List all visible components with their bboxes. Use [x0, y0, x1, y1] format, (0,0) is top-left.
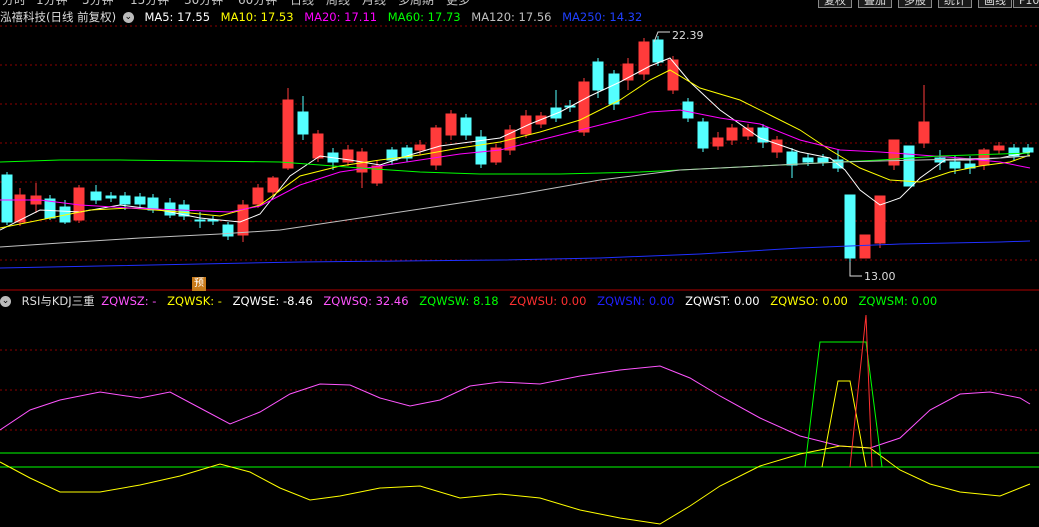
zqwsz-value: ZQWSZ: - [101, 294, 157, 308]
candle-body [608, 73, 620, 105]
candle-body [119, 195, 131, 205]
candle-body [90, 191, 102, 201]
candle-body [697, 121, 709, 149]
low-pointer [849, 262, 862, 277]
ma60-line [0, 152, 1031, 175]
candle-body [726, 127, 738, 141]
zqwsk-line [0, 445, 1031, 525]
zqwsq-value: ZQWSQ: 32.46 [323, 294, 409, 308]
candle-body [1, 174, 13, 223]
low-price-label: 13.00 [864, 270, 896, 283]
zqwsk-value: ZQWSK: - [167, 294, 222, 308]
zqwso-value: ZQWSO: 0.00 [770, 294, 848, 308]
zqwsw-value: ZQWSW: 8.18 [419, 294, 499, 308]
candle-body [1022, 147, 1034, 153]
candle-body [520, 115, 532, 135]
candle-body [682, 101, 694, 119]
candle-body [802, 157, 814, 163]
candle-body [817, 157, 829, 163]
candle-body [194, 219, 206, 222]
zqwsn-value: ZQWSN: 0.00 [597, 294, 675, 308]
indicator-legend: ⌄ RSI与KDJ三重 ZQWSZ: - ZQWSK: - ZQWSE: -8.… [0, 292, 944, 310]
candle-body [445, 113, 457, 136]
settings-icon[interactable]: ⌄ [0, 296, 11, 307]
candle-body [550, 107, 562, 119]
candle-body [918, 121, 930, 144]
zqwsu-spike [849, 314, 873, 468]
zqwsm-value: ZQWSM: 0.00 [858, 294, 938, 308]
candle-body [134, 196, 146, 205]
candle-body [297, 111, 309, 135]
ma250-line [0, 240, 1031, 269]
candle-body [312, 133, 324, 159]
candle-body [903, 145, 915, 187]
candle-body [978, 149, 990, 166]
zqwse-value: ZQWSE: -8.46 [232, 294, 313, 308]
candle-body [844, 194, 856, 259]
candle-body [414, 144, 426, 151]
candle-body [786, 151, 798, 166]
candle-body [652, 39, 664, 63]
candle-body [874, 195, 886, 244]
candle-body [592, 61, 604, 91]
zqwsu-value: ZQWSU: 0.00 [509, 294, 587, 308]
forecast-badge[interactable]: 预 [192, 277, 206, 291]
candlestick-chart[interactable] [0, 0, 1039, 527]
candle-body [105, 195, 117, 199]
indicator-name: RSI与KDJ三重 [21, 294, 95, 308]
candle-body [578, 81, 590, 133]
candle-body [460, 117, 472, 136]
candle-body [267, 177, 279, 193]
zqwso-shape [821, 380, 867, 468]
candle-body [222, 224, 234, 237]
candle-body [859, 234, 871, 259]
zqwst-value: ZQWST: 0.00 [685, 294, 760, 308]
candle-body [993, 145, 1005, 151]
high-price-label: 22.39 [672, 29, 704, 42]
candle-body [252, 187, 264, 205]
zqwsq-line [0, 365, 1031, 449]
candle-body [667, 59, 679, 91]
candle-body [282, 99, 294, 169]
candle-body [949, 161, 961, 169]
candle-body [771, 139, 783, 153]
candle-body [712, 137, 724, 147]
